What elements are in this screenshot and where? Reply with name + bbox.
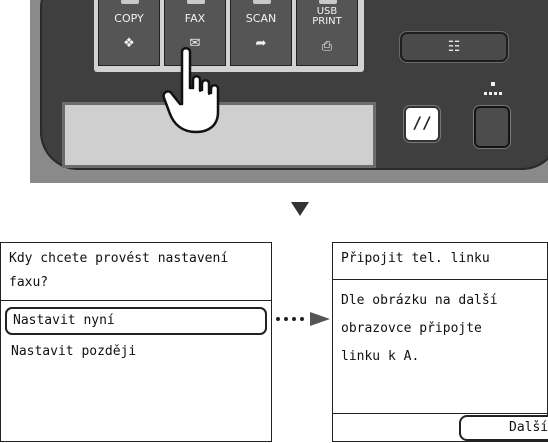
connector-arrow-icon bbox=[276, 312, 330, 326]
lcd-screen-connect-line: Připojit tel. linku Dle obrázku na další… bbox=[332, 242, 548, 442]
footer-divider bbox=[333, 413, 547, 414]
screen-connect-title: Připojit tel. linku bbox=[341, 251, 490, 266]
scan-led bbox=[253, 0, 271, 4]
scan-icon: ➦ bbox=[255, 36, 267, 51]
copy-icon: ❖ bbox=[123, 36, 135, 51]
pointing-hand-icon bbox=[162, 47, 220, 134]
copy-label: COPY bbox=[114, 12, 144, 25]
panel-body: COPY ❖ FAX ✉ SCAN ➦ USB PRINT ⎙ ☷ // bbox=[40, 0, 548, 170]
title-divider bbox=[333, 279, 547, 280]
menu-dots-icon bbox=[481, 81, 505, 101]
instruction-line-3: linku k A. bbox=[341, 349, 420, 364]
instruction-line-2: obrazovce připojte bbox=[341, 321, 482, 336]
address-book-icon: ☷ bbox=[447, 39, 461, 55]
screen-question-title: Kdy chcete provést nastavení faxu? bbox=[9, 251, 229, 290]
menu-button[interactable] bbox=[474, 106, 510, 148]
lcd-screen-fax-setup: Kdy chcete provést nastavení faxu? Nasta… bbox=[0, 242, 272, 442]
option-set-now[interactable]: Nastavit nyní bbox=[5, 307, 267, 335]
usb-print-button[interactable]: USB PRINT ⎙ bbox=[296, 0, 358, 66]
usb-print-icon: ⎙ bbox=[321, 39, 333, 54]
printer-control-panel: COPY ❖ FAX ✉ SCAN ➦ USB PRINT ⎙ ☷ // bbox=[30, 0, 548, 183]
instruction-line-1: Dle obrázku na další bbox=[341, 293, 498, 308]
id-copy-icon: // bbox=[412, 113, 432, 132]
scan-button[interactable]: SCAN ➦ bbox=[230, 0, 292, 66]
fax-label: FAX bbox=[184, 12, 206, 25]
usb-print-led bbox=[319, 0, 337, 4]
usb-print-label-line2: PRINT bbox=[312, 16, 342, 27]
id-copy-button[interactable]: // bbox=[404, 106, 440, 142]
copy-button[interactable]: COPY ❖ bbox=[98, 0, 160, 66]
fax-led bbox=[187, 0, 205, 4]
next-button[interactable]: Další bbox=[459, 415, 548, 441]
down-arrow-icon bbox=[291, 202, 309, 216]
title-divider bbox=[1, 300, 271, 301]
instruction-text: Dle obrázku na další obrazovce připojte … bbox=[341, 287, 541, 371]
menu-dots-svg bbox=[484, 82, 502, 95]
scan-label: SCAN bbox=[245, 12, 277, 25]
option-set-later[interactable]: Nastavit později bbox=[11, 341, 136, 363]
usb-print-label: USB PRINT bbox=[297, 7, 357, 27]
copy-led bbox=[121, 0, 139, 4]
address-book-button[interactable]: ☷ bbox=[400, 32, 508, 62]
